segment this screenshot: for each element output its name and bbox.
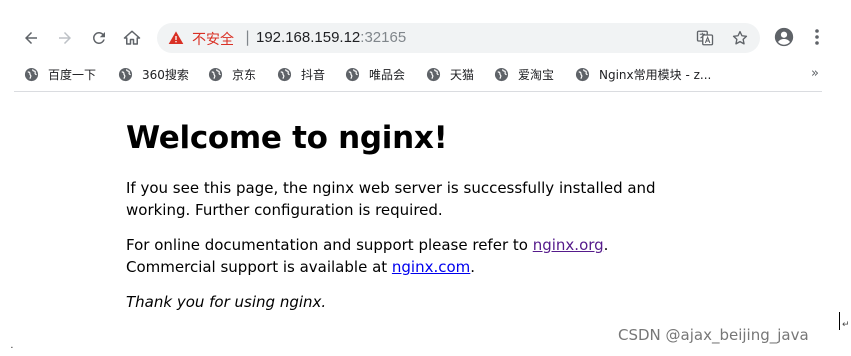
bookmark-label: 京东 — [232, 67, 257, 82]
csdn-watermark: CSDN @ajax_beijing_java — [618, 326, 809, 344]
docs-period: . — [603, 236, 609, 254]
commercial-text: Commercial support is available at — [126, 258, 392, 276]
page-content: Welcome to nginx! If you see this page, … — [126, 118, 686, 313]
star-icon[interactable] — [731, 29, 749, 47]
bookmark-label: 百度一下 — [48, 67, 97, 82]
bookmark-item[interactable]: 天猫 — [426, 62, 474, 86]
globe-icon — [118, 67, 133, 81]
security-status-label[interactable]: 不安全 — [192, 29, 234, 49]
intro-paragraph: If you see this page, the nginx web serv… — [126, 177, 686, 221]
page-title: Welcome to nginx! — [126, 120, 448, 156]
nginx-com-link[interactable]: nginx.com — [392, 258, 470, 276]
warning-icon[interactable] — [168, 30, 184, 46]
globe-icon — [494, 67, 509, 81]
url-host: 192.168.159.12 — [256, 29, 361, 46]
globe-icon — [277, 67, 292, 81]
bookmark-item[interactable]: 京东 — [208, 62, 256, 86]
reload-icon — [92, 31, 105, 44]
nginx-org-link[interactable]: nginx.org — [533, 236, 604, 254]
back-arrow-icon — [25, 32, 37, 44]
thanks-paragraph: Thank you for using nginx. — [126, 293, 327, 311]
browser-toolbar: 不安全 | 192.168.159.12:32165 — [0, 18, 822, 58]
corner-mark: ⠁ — [10, 346, 16, 355]
bookmark-item[interactable]: 360搜索 — [118, 62, 189, 86]
home-button[interactable] — [120, 26, 144, 50]
home-icon — [123, 30, 141, 45]
bookmark-item[interactable]: Nginx常用模块 - z... — [575, 62, 711, 86]
chrome-divider — [14, 91, 822, 92]
globe-icon — [208, 67, 223, 81]
return-mark: ↵ — [842, 320, 850, 330]
intro-line-2: working. Further configuration is requir… — [126, 201, 443, 219]
forward-arrow-icon — [59, 32, 71, 44]
bookmarks-bar: 百度一下 360搜索 京东 抖音 唯品会 天猫 爱淘宝 Nginx常用模块 - — [0, 62, 822, 86]
forward-button[interactable] — [53, 26, 77, 50]
commercial-period: . — [470, 258, 476, 276]
address-separator: | — [245, 28, 251, 46]
bookmark-item[interactable]: 百度一下 — [24, 62, 96, 86]
text-cursor — [839, 312, 840, 330]
globe-icon — [426, 67, 441, 81]
globe-icon — [345, 67, 360, 81]
browser-chrome: 不安全 | 192.168.159.12:32165 百度一下 360搜索 京东… — [0, 0, 822, 92]
address-bar[interactable]: 不安全 | 192.168.159.12:32165 — [157, 23, 760, 53]
bookmark-item[interactable]: 唯品会 — [345, 62, 405, 86]
url-port: :32165 — [360, 29, 407, 46]
intro-line-1: If you see this page, the nginx web serv… — [126, 179, 656, 197]
bookmark-label: Nginx常用模块 - z... — [599, 67, 712, 82]
bookmark-label: 抖音 — [301, 67, 326, 82]
menu-kebab-icon[interactable] — [809, 27, 825, 47]
globe-icon — [575, 67, 590, 81]
back-button[interactable] — [19, 26, 43, 50]
reload-button[interactable] — [87, 26, 111, 50]
bookmark-item[interactable]: 爱淘宝 — [494, 62, 554, 86]
docs-text: For online documentation and support ple… — [126, 236, 533, 254]
bookmark-label: 天猫 — [450, 67, 475, 82]
bookmark-item[interactable]: 抖音 — [277, 62, 325, 86]
translate-icon[interactable] — [696, 29, 714, 47]
support-paragraph: For online documentation and support ple… — [126, 234, 686, 278]
bookmark-label: 唯品会 — [369, 67, 406, 82]
globe-icon — [24, 67, 39, 81]
url-text[interactable]: 192.168.159.12:32165 — [256, 29, 406, 46]
bookmark-label: 爱淘宝 — [518, 67, 555, 82]
profile-icon[interactable] — [773, 26, 795, 48]
bookmark-label: 360搜索 — [142, 67, 189, 82]
bookmarks-overflow-button[interactable]: » — [811, 66, 819, 81]
